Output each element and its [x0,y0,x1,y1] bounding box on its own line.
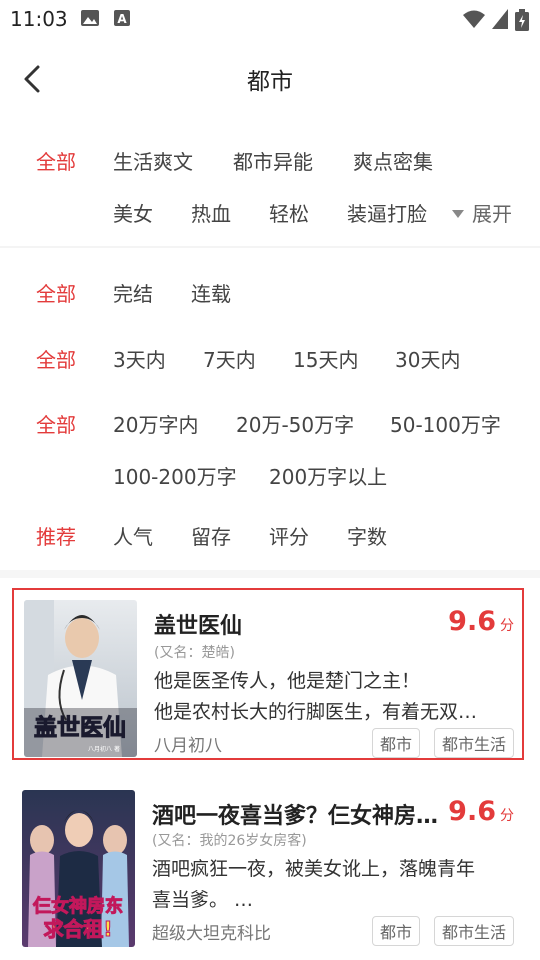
battery-icon [515,9,529,31]
cover-title: 仨女神房东 [32,895,123,917]
desc-line: 他是农村长大的行脚医生，有着无双… [154,701,478,723]
cover-author: 八月初八 著 [88,745,120,753]
status-bar: 11:03 A [0,0,540,36]
sort-option[interactable]: 评分 [269,521,309,550]
sort-option[interactable]: 字数 [347,521,387,550]
book-card[interactable]: 仨女神房东 求合租! 酒吧一夜喜当爹？仨女神房… (又名：我的26岁女房客) 酒… [12,780,524,952]
status-all[interactable]: 全部 [36,278,76,307]
expand-label: 展开 [472,202,512,226]
update-option[interactable]: 7天内 [203,344,256,373]
category-option[interactable]: 都市异能 [233,146,313,175]
book-cover: 仨女神房东 求合租! [22,790,135,947]
book-score: 9.6 分 [448,606,514,637]
status-option[interactable]: 连载 [191,278,231,307]
book-title: 酒吧一夜喜当爹？仨女神房… [152,804,439,829]
score-unit: 分 [500,618,514,634]
status-option[interactable]: 完结 [113,278,153,307]
update-option[interactable]: 15天内 [293,344,358,373]
status-time: 11:03 [10,7,68,31]
expand-button[interactable]: 展开 [452,198,512,227]
book-description: 酒吧疯狂一夜，被美女讹上，落魄青年 喜当爹。 … [152,854,512,916]
cell-signal-icon [492,9,508,29]
image-notification-icon [81,10,99,26]
update-option[interactable]: 3天内 [113,344,166,373]
divider [0,246,540,248]
book-tag[interactable]: 都市 [372,728,421,758]
cover-title: 求合租! [43,917,112,941]
top-nav-bar: 都市 [0,44,540,112]
category-option[interactable]: 轻松 [269,198,309,227]
category-option[interactable]: 热血 [191,198,231,227]
update-all[interactable]: 全部 [36,344,76,373]
page-title: 都市 [247,69,293,95]
desc-line: 他是医圣传人，他是楚门之主！ [154,670,421,692]
category-option[interactable]: 美女 [113,198,153,227]
score-unit: 分 [500,808,514,824]
book-alias: (又名：我的26岁女房客) [152,833,307,849]
words-option[interactable]: 50-100万字 [390,409,501,438]
words-all[interactable]: 全部 [36,409,76,438]
sort-option[interactable]: 人气 [113,521,153,550]
desc-line: 酒吧疯狂一夜，被美女讹上，落魄青年 [152,858,476,880]
words-option[interactable]: 200万字以上 [269,461,387,490]
score-value: 9.6 [448,796,496,827]
desc-line: 喜当爹。 … [152,889,254,911]
book-tag[interactable]: 都市生活 [434,728,515,758]
book-tag[interactable]: 都市 [372,916,421,946]
category-option[interactable]: 装逼打脸 [347,198,431,227]
category-option[interactable]: 爽点密集 [353,146,433,175]
book-alias: (又名：楚皓) [154,645,235,661]
book-card[interactable]: 盖世医仙 八月初八 著 盖世医仙 (又名：楚皓) 他是医圣传人，他是楚门之主！ … [12,588,524,760]
book-cover: 盖世医仙 八月初八 著 [24,600,137,757]
section-divider [0,570,540,578]
cover-title: 盖世医仙 [34,714,126,741]
words-option[interactable]: 20万-50万字 [236,409,354,438]
category-option[interactable]: 生活爽文 [113,146,193,175]
book-tag[interactable]: 都市生活 [434,916,515,946]
caret-down-icon [452,209,464,218]
score-value: 9.6 [448,606,496,637]
book-title: 盖世医仙 [154,614,243,639]
book-description: 他是医圣传人，他是楚门之主！ 他是农村长大的行脚医生，有着无双… [154,666,514,728]
update-option[interactable]: 30天内 [395,344,460,373]
category-all[interactable]: 全部 [36,146,76,175]
words-option[interactable]: 20万字内 [113,409,198,438]
a-notification-icon: A [114,10,130,26]
book-score: 9.6 分 [448,796,514,827]
book-author: 八月初八 [154,736,222,756]
svg-text:A: A [117,12,127,26]
sort-option[interactable]: 留存 [191,521,231,550]
words-option[interactable]: 100-200万字 [113,461,237,490]
wifi-icon [463,10,485,28]
sort-recommend[interactable]: 推荐 [36,521,76,550]
book-author: 超级大坦克科比 [152,924,271,944]
